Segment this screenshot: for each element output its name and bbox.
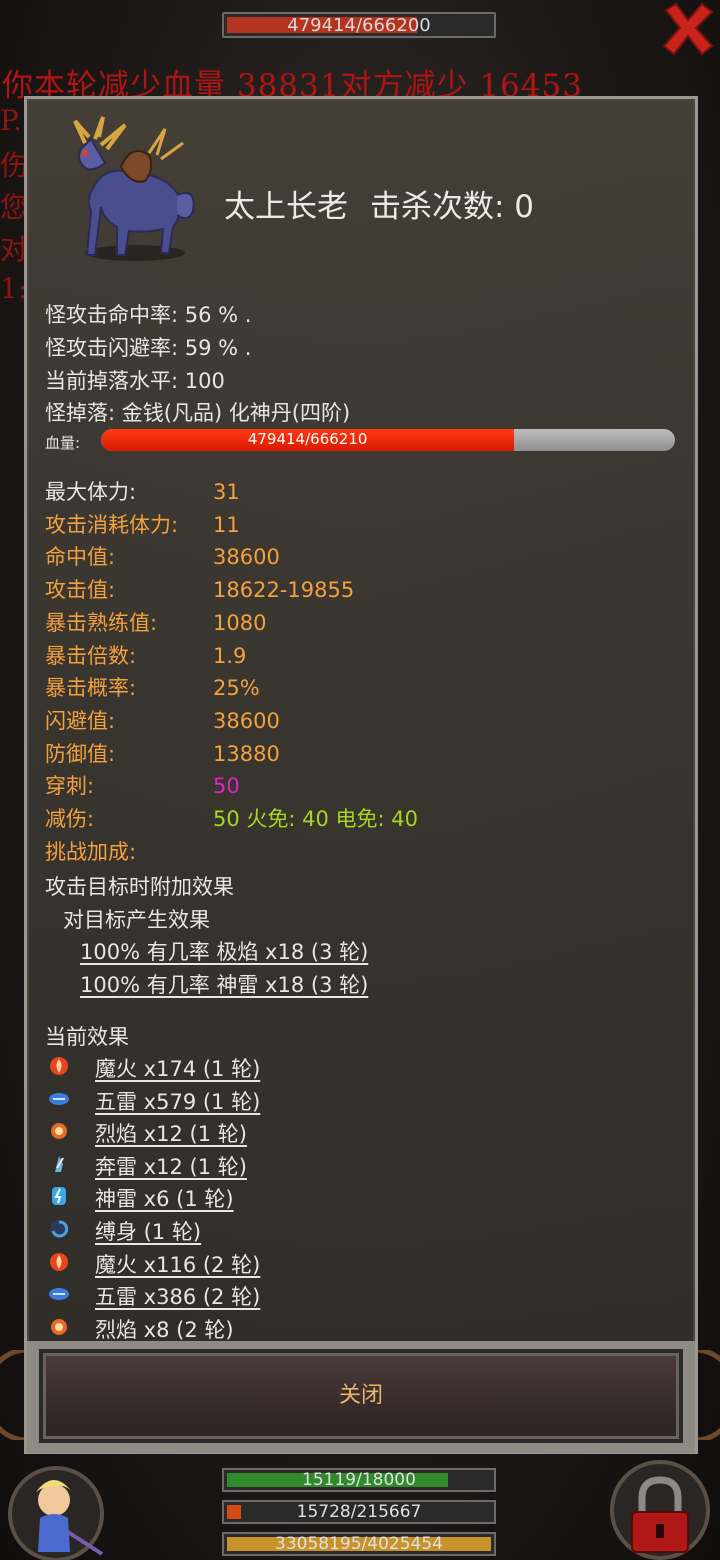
status-bar-text: 15728/215667 [296, 1502, 422, 1522]
stat-row: 最大体力: 31 [45, 476, 240, 506]
stat-value: 31 [213, 480, 240, 504]
stat-row: 防御值: 13880 [45, 738, 280, 768]
stat-row: 穿刺: 50 [45, 770, 240, 800]
stat-label: 减伤: [45, 807, 95, 831]
drop-level: 当前掉落水平: 100 [45, 369, 225, 393]
monster-hit-rate: 怪攻击命中率: 56 % . [45, 303, 252, 327]
stat-row: 挑战加成: [45, 836, 213, 866]
status-bar: 15728/215667 [222, 1500, 496, 1524]
combat-log-char: P. [0, 104, 23, 137]
monster-drops: 怪掉落: 金钱(凡品) 化神丹(四阶) [45, 401, 351, 425]
effect-label[interactable]: 奔雷 x12 (1 轮) [95, 1151, 247, 1181]
attack-effects-subtitle: 对目标产生效果 [63, 908, 210, 932]
demon-fire-icon [50, 1252, 68, 1271]
stat-label: 挑战加成: [45, 839, 137, 864]
stat-value: 11 [213, 512, 240, 537]
attack-effect-item[interactable]: 100% 有几率 极焰 x18 (3 轮) [80, 936, 368, 966]
close-button[interactable]: 关闭 [39, 1349, 683, 1443]
stat-value: 38600 [213, 708, 280, 733]
monster-dodge-rate: 怪攻击闪避率: 59 % . [45, 336, 252, 360]
stat-label: 命中值: [45, 545, 116, 570]
effect-label[interactable]: 五雷 x386 (2 轮) [95, 1281, 260, 1311]
demon-fire-icon [50, 1057, 68, 1075]
stat-label: 防御值: [45, 741, 116, 766]
player-avatar[interactable] [6, 1462, 106, 1560]
monster-hp-label: 血量: [45, 434, 81, 452]
stat-label: 暴击概率: [45, 676, 137, 701]
dialog-footer: 关闭 [27, 1341, 695, 1453]
monster-portrait-qilin-icon [73, 116, 195, 261]
stat-label: 暴击熟练值: [45, 610, 158, 635]
five-thunder-icon [49, 1288, 69, 1301]
monster-name: 太上长老 [224, 189, 348, 225]
attack-effects-title: 攻击目标时附加效果 [45, 875, 234, 899]
side-ring-decoration [695, 1347, 720, 1443]
stat-label: 攻击消耗体力: [45, 512, 179, 537]
monster-hp-bar: 479414/666210 [101, 429, 675, 451]
status-bar-text: 15119/18000 [302, 1470, 416, 1490]
effect-label[interactable]: 五雷 x579 (1 轮) [95, 1086, 260, 1116]
stat-value: 1080 [213, 610, 267, 635]
stat-row: 暴击倍数: 1.9 [45, 640, 246, 670]
stat-value: 38600 [213, 545, 280, 570]
effect-label[interactable]: 烈焰 x12 (1 轮) [95, 1118, 247, 1148]
stat-value: 18622-19855 [213, 578, 355, 603]
stat-row: 攻击消耗体力: 11 [45, 509, 240, 539]
bind-icon [50, 1220, 69, 1238]
stat-label: 攻击值: [45, 578, 116, 603]
stat-row: 攻击值: 18622-19855 [45, 574, 354, 604]
monster-hp-text: 479414/666210 [247, 430, 368, 448]
stat-label: 暴击倍数: [45, 643, 137, 668]
lock-icon[interactable] [608, 1458, 712, 1560]
close-x-icon[interactable] [658, 0, 718, 58]
kill-count: 击杀次数: 0 [370, 189, 535, 225]
five-thunder-icon [49, 1092, 69, 1105]
effect-label[interactable]: 神雷 x6 (1 轮) [95, 1183, 234, 1213]
rushing-thunder-icon [55, 1155, 64, 1172]
stat-row: 暴击熟练值: 1080 [45, 607, 266, 637]
side-ring-decoration [0, 1347, 27, 1443]
effect-label[interactable]: 魔火 x116 (2 轮) [95, 1249, 260, 1279]
blaze-icon [51, 1123, 67, 1140]
monster-info-dialog: 太上长老 击杀次数: 0 怪攻击命中率: 56 % . 怪攻击闪避率: 59 % … [24, 96, 698, 1454]
status-bar-text: 33058195/4025454 [275, 1534, 443, 1554]
stat-row: 减伤: 50 火免: 40 电免: 40 [45, 803, 418, 833]
top-hp-text: 479414/666200 [287, 15, 431, 36]
current-effects-title: 当前效果 [45, 1025, 129, 1049]
stat-label: 最大体力: [45, 480, 137, 504]
stat-row: 暴击概率: 25% [45, 672, 260, 702]
monster-title: 太上长老 击杀次数: 0 [224, 181, 556, 226]
attack-effect-item[interactable]: 100% 有几率 神雷 x18 (3 轮) [80, 969, 368, 999]
stat-row: 闪避值: 38600 [45, 705, 280, 735]
divine-thunder-icon [52, 1187, 66, 1206]
effect-label[interactable]: 缚身 (1 轮) [95, 1216, 201, 1246]
stat-label: 闪避值: [45, 708, 116, 733]
effect-label[interactable]: 魔火 x174 (1 轮) [95, 1053, 260, 1083]
top-hp-bar: 479414/666200 [222, 12, 496, 38]
stat-value: 50 [213, 774, 240, 799]
status-bar: 33058195/4025454 [222, 1532, 496, 1556]
stat-label: 穿刺: [45, 774, 95, 799]
blaze-icon [51, 1318, 67, 1335]
stat-value: 25% [213, 676, 260, 701]
stat-row: 命中值: 38600 [45, 541, 280, 571]
effect-label[interactable]: 烈焰 x8 (2 轮) [95, 1314, 234, 1344]
stat-value: 1.9 [213, 643, 247, 668]
stat-value: 50 火免: 40 电免: 40 [213, 807, 419, 831]
status-bar: 15119/18000 [222, 1468, 496, 1492]
stat-value: 13880 [213, 741, 280, 766]
